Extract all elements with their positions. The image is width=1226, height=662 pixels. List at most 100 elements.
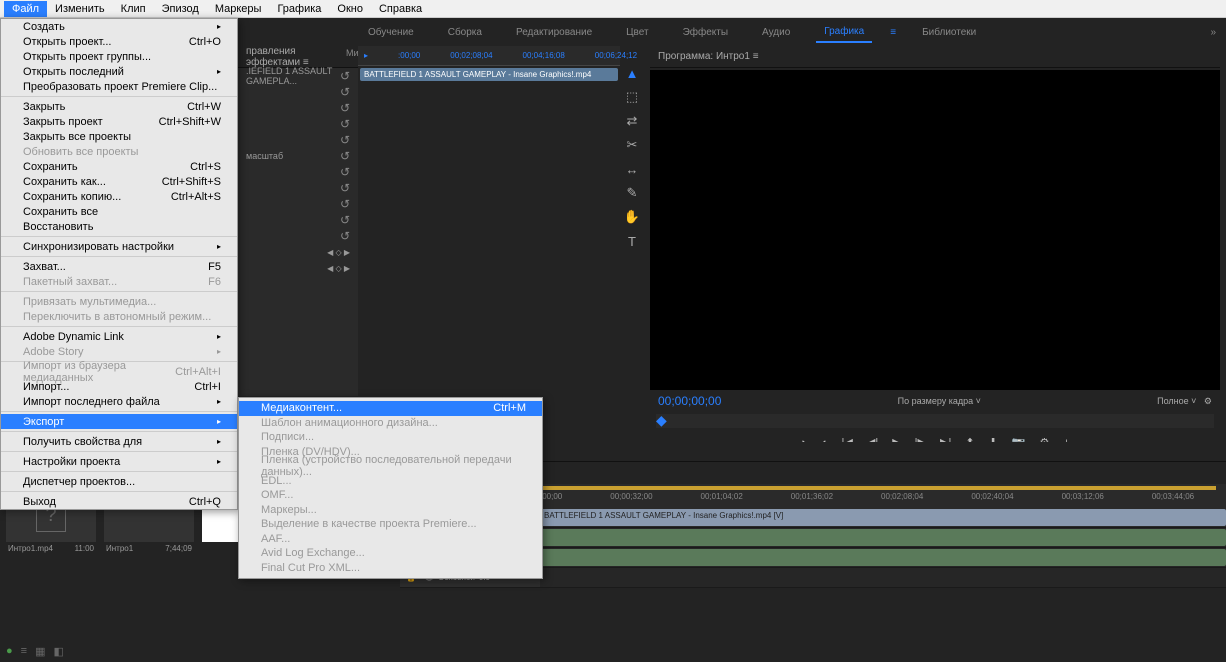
menu-window[interactable]: Окно — [329, 1, 371, 17]
playhead-icon[interactable]: ▸ — [364, 51, 368, 60]
file-menu-item[interactable]: Импорт из браузера медиаданныхCtrl+Alt+I — [1, 364, 237, 379]
file-menu-item[interactable]: Переключить в автономный режим... — [1, 309, 237, 324]
file-menu-item[interactable]: Восстановить — [1, 219, 237, 234]
menu-markers[interactable]: Маркеры — [207, 1, 270, 17]
quality-dropdown[interactable]: Полное — [1157, 396, 1189, 406]
list-view-button[interactable]: ≡ — [21, 645, 27, 658]
program-timecode[interactable]: 00;00;00;00 — [658, 394, 721, 408]
playhead-marker-icon[interactable]: ◆ — [656, 412, 667, 429]
overflow-icon[interactable]: » — [1210, 27, 1216, 38]
file-menu-item[interactable]: Открыть проект...Ctrl+O — [1, 34, 237, 49]
file-menu-item[interactable]: Импорт последнего файла▸ — [1, 394, 237, 409]
export-menu-item[interactable]: EDL... — [239, 474, 542, 489]
export-menu-item[interactable]: Подписи... — [239, 430, 542, 445]
file-menu-item[interactable]: Сохранить копию...Ctrl+Alt+S — [1, 189, 237, 204]
icon-view-button[interactable]: ▦ — [35, 645, 45, 658]
effect-property-row[interactable]: ↺ — [238, 116, 358, 132]
file-menu-item[interactable]: Открыть последний▸ — [1, 64, 237, 79]
fit-dropdown[interactable]: По размеру кадра — [898, 396, 974, 406]
source-time-ruler[interactable]: ▸ :00;00 00;02;08;04 00;04;16;08 00;06;2… — [358, 46, 620, 66]
file-menu-item[interactable]: СохранитьCtrl+S — [1, 159, 237, 174]
keyframe-nav[interactable]: ◀ ◇ ▶ — [238, 260, 358, 276]
pen-tool[interactable]: ✎ — [623, 184, 641, 202]
effect-property-row[interactable]: масштаб↺ — [238, 148, 358, 164]
file-menu-item[interactable]: Создать▸ — [1, 19, 237, 34]
export-menu-item[interactable]: Final Cut Pro XML... — [239, 561, 542, 576]
file-menu-item[interactable]: Настройки проекта▸ — [1, 454, 237, 469]
track-content[interactable]: BATTLEFIELD 1 ASSAULT GAMEPLAY - Insane … — [540, 508, 1226, 527]
file-menu-item[interactable]: Привязать мультимедиа... — [1, 294, 237, 309]
menu-graphics[interactable]: Графика — [269, 1, 329, 17]
tab-editing[interactable]: Редактирование — [508, 23, 600, 42]
effect-property-row[interactable]: ↺ — [238, 196, 358, 212]
file-menu-item[interactable]: Пакетный захват...F6 — [1, 274, 237, 289]
file-menu-item[interactable]: Сохранить все — [1, 204, 237, 219]
effect-property-row[interactable]: ↺ — [238, 132, 358, 148]
source-clip[interactable]: BATTLEFIELD 1 ASSAULT GAMEPLAY - Insane … — [360, 68, 618, 81]
keyframe-nav[interactable]: ◀ ◇ ▶ — [238, 244, 358, 260]
tab-learn[interactable]: Обучение — [360, 23, 422, 42]
effect-property-row[interactable]: ↺ — [238, 180, 358, 196]
export-menu-item[interactable]: AAF... — [239, 532, 542, 547]
file-menu-item[interactable]: Диспетчер проектов... — [1, 474, 237, 489]
export-menu-item[interactable]: Avid Log Exchange... — [239, 546, 542, 561]
file-menu-item[interactable]: ЗакрытьCtrl+W — [1, 99, 237, 114]
tab-libraries[interactable]: Библиотеки — [914, 23, 984, 42]
tab-effects[interactable]: Эффекты — [675, 23, 736, 42]
menu-file[interactable]: Файл — [4, 1, 47, 17]
effect-property-row[interactable]: ↺ — [238, 228, 358, 244]
file-menu-item[interactable]: Обновить все проекты — [1, 144, 237, 159]
timeline-audio-clip[interactable] — [540, 549, 1226, 566]
effect-property-row[interactable]: ↺ — [238, 84, 358, 100]
tab-assembly[interactable]: Сборка — [440, 23, 490, 42]
program-viewer[interactable] — [650, 70, 1220, 390]
menu-clip[interactable]: Клип — [113, 1, 154, 17]
export-menu-item[interactable]: Шаблон анимационного дизайна... — [239, 416, 542, 431]
work-area-bar[interactable] — [540, 486, 1216, 490]
slip-tool[interactable]: ↔ — [623, 160, 641, 178]
export-menu-item[interactable]: Медиаконтент...Ctrl+M — [239, 401, 542, 416]
track-content[interactable] — [540, 568, 1226, 587]
tab-graphics[interactable]: Графика — [816, 22, 872, 43]
hand-tool[interactable]: ✋ — [623, 208, 641, 226]
file-menu-item[interactable]: Преобразовать проект Premiere Clip... — [1, 79, 237, 94]
file-menu-item[interactable]: Adobe Dynamic Link▸ — [1, 329, 237, 344]
freeform-view-button[interactable]: ◧ — [53, 645, 63, 658]
export-menu-item[interactable]: Выделение в качестве проекта Premiere... — [239, 517, 542, 532]
file-menu-item[interactable]: Получить свойства для▸ — [1, 434, 237, 449]
export-submenu: Медиаконтент...Ctrl+MШаблон анимационног… — [238, 397, 543, 579]
menu-edit[interactable]: Изменить — [47, 1, 113, 17]
export-menu-item[interactable]: Пленка (устройство последовательной пере… — [239, 459, 542, 474]
ripple-edit-tool[interactable]: ⇄ — [623, 112, 641, 130]
razor-tool[interactable]: ✂ — [623, 136, 641, 154]
program-scrubber[interactable]: ◆ — [656, 414, 1214, 428]
file-menu-item[interactable]: Экспорт▸ — [1, 414, 237, 429]
track-content[interactable] — [540, 528, 1226, 547]
file-menu-item[interactable]: Adobe Story▸ — [1, 344, 237, 359]
menu-help[interactable]: Справка — [371, 1, 430, 17]
effect-property-row[interactable]: ↺ — [238, 100, 358, 116]
track-select-tool[interactable]: ⬚ — [623, 88, 641, 106]
tab-audio[interactable]: Аудио — [754, 23, 798, 42]
file-menu-item[interactable]: Открыть проект группы... — [1, 49, 237, 64]
file-menu-item[interactable]: Захват...F5 — [1, 259, 237, 274]
track-content[interactable] — [540, 548, 1226, 567]
effect-property-row[interactable]: .IEFIELD 1 ASSAULT GAMEPLA...↺ — [238, 68, 358, 84]
file-menu-item[interactable]: Синхронизировать настройки▸ — [1, 239, 237, 254]
selection-tool[interactable]: ▲ — [623, 64, 641, 82]
tab-color[interactable]: Цвет — [618, 23, 656, 42]
effect-property-row[interactable]: ↺ — [238, 212, 358, 228]
file-menu-item[interactable]: Импорт...Ctrl+I — [1, 379, 237, 394]
export-menu-item[interactable]: Маркеры... — [239, 503, 542, 518]
type-tool[interactable]: T — [623, 232, 641, 250]
file-menu-item[interactable]: Закрыть проектCtrl+Shift+W — [1, 114, 237, 129]
file-menu-item[interactable]: ВыходCtrl+Q — [1, 494, 237, 509]
export-menu-item[interactable]: OMF... — [239, 488, 542, 503]
menu-sequence[interactable]: Эпизод — [154, 1, 207, 17]
file-menu-item[interactable]: Закрыть все проекты — [1, 129, 237, 144]
timeline-clip[interactable]: BATTLEFIELD 1 ASSAULT GAMEPLAY - Insane … — [540, 509, 1226, 526]
file-menu-item[interactable]: Сохранить как...Ctrl+Shift+S — [1, 174, 237, 189]
timeline-audio-clip[interactable] — [540, 529, 1226, 546]
workspace-tabs: Обучение Сборка Редактирование Цвет Эффе… — [350, 20, 1226, 44]
effect-property-row[interactable]: ↺ — [238, 164, 358, 180]
